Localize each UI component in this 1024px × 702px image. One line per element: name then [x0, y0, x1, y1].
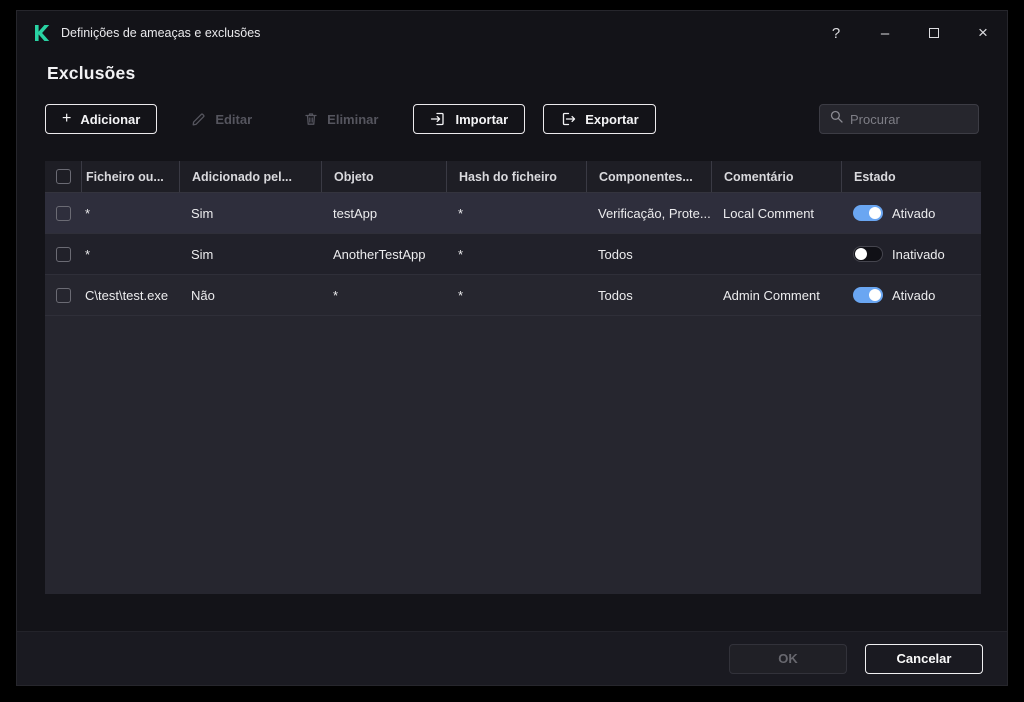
toolbar: + Adicionar Editar Eliminar Importar — [45, 104, 979, 134]
cell-comment — [711, 234, 841, 274]
table-empty-area — [45, 316, 981, 594]
add-button[interactable]: + Adicionar — [45, 104, 157, 134]
column-header-added-by: Adicionado pel... — [179, 161, 321, 192]
minimize-button[interactable]: – — [871, 19, 899, 47]
cell-comment: Local Comment — [711, 193, 841, 233]
column-header-file: Ficheiro ou... — [81, 161, 179, 192]
edit-button[interactable]: Editar — [175, 104, 269, 134]
table-row[interactable]: * Sim AnotherTestApp * Todos Inativado — [45, 234, 981, 275]
import-button-label: Importar — [455, 112, 508, 127]
cell-components: Todos — [586, 234, 711, 274]
app-window: Definições de ameaças e exclusões ? – × … — [16, 10, 1008, 686]
trash-icon — [304, 112, 318, 126]
search-input[interactable] — [850, 112, 968, 127]
cell-added-by: Não — [179, 275, 321, 315]
page-title: Exclusões — [47, 63, 135, 84]
import-button[interactable]: Importar — [413, 104, 525, 134]
export-button[interactable]: Exportar — [543, 104, 655, 134]
row-checkbox[interactable] — [56, 247, 71, 262]
table-row[interactable]: C\test\test.exe Não * * Todos Admin Comm… — [45, 275, 981, 316]
import-icon — [430, 111, 446, 127]
column-header-state: Estado — [841, 161, 981, 192]
maximize-icon — [929, 28, 939, 38]
export-icon — [560, 111, 576, 127]
window-controls: ? – × — [822, 19, 997, 47]
close-button[interactable]: × — [969, 19, 997, 47]
table-header: Ficheiro ou... Adicionado pel... Objeto … — [45, 161, 981, 193]
pencil-icon — [192, 112, 206, 126]
desktop-background: Definições de ameaças e exclusões ? – × … — [0, 0, 1024, 702]
column-header-components: Componentes... — [586, 161, 711, 192]
cell-state: Ativado — [841, 193, 981, 233]
cell-hash: * — [446, 193, 586, 233]
cell-state: Inativado — [841, 234, 981, 274]
search-box — [819, 104, 979, 134]
cell-added-by: Sim — [179, 234, 321, 274]
state-toggle[interactable] — [853, 246, 883, 262]
cell-added-by: Sim — [179, 193, 321, 233]
cell-object: * — [321, 275, 446, 315]
state-label: Inativado — [892, 247, 945, 262]
select-all-checkbox[interactable] — [56, 169, 71, 184]
maximize-button[interactable] — [920, 19, 948, 47]
state-toggle[interactable] — [853, 205, 883, 221]
delete-button[interactable]: Eliminar — [287, 104, 395, 134]
cell-components: Verificação, Prote... — [586, 193, 711, 233]
cell-object: testApp — [321, 193, 446, 233]
cell-hash: * — [446, 234, 586, 274]
edit-button-label: Editar — [215, 112, 252, 127]
cell-comment: Admin Comment — [711, 275, 841, 315]
cell-file: * — [81, 234, 179, 274]
window-title: Definições de ameaças e exclusões — [61, 26, 260, 40]
cancel-button[interactable]: Cancelar — [865, 644, 983, 674]
column-header-hash: Hash do ficheiro — [446, 161, 586, 192]
help-button[interactable]: ? — [822, 19, 850, 47]
state-label: Ativado — [892, 206, 935, 221]
state-label: Ativado — [892, 288, 935, 303]
export-button-label: Exportar — [585, 112, 638, 127]
column-header-comment: Comentário — [711, 161, 841, 192]
footer-bar: OK Cancelar — [17, 631, 1007, 685]
ok-button[interactable]: OK — [729, 644, 847, 674]
exclusions-table: Ficheiro ou... Adicionado pel... Objeto … — [45, 161, 981, 594]
add-button-label: Adicionar — [80, 112, 140, 127]
row-checkbox[interactable] — [56, 206, 71, 221]
cell-file: * — [81, 193, 179, 233]
delete-button-label: Eliminar — [327, 112, 378, 127]
cell-hash: * — [446, 275, 586, 315]
row-checkbox[interactable] — [56, 288, 71, 303]
search-icon — [830, 110, 843, 128]
cell-file: C\test\test.exe — [81, 275, 179, 315]
kaspersky-logo-icon — [31, 23, 51, 43]
cell-object: AnotherTestApp — [321, 234, 446, 274]
plus-icon: + — [62, 111, 71, 127]
cell-components: Todos — [586, 275, 711, 315]
table-row[interactable]: * Sim testApp * Verificação, Prote... Lo… — [45, 193, 981, 234]
column-header-object: Objeto — [321, 161, 446, 192]
cell-state: Ativado — [841, 275, 981, 315]
titlebar: Definições de ameaças e exclusões ? – × — [17, 11, 1007, 55]
state-toggle[interactable] — [853, 287, 883, 303]
